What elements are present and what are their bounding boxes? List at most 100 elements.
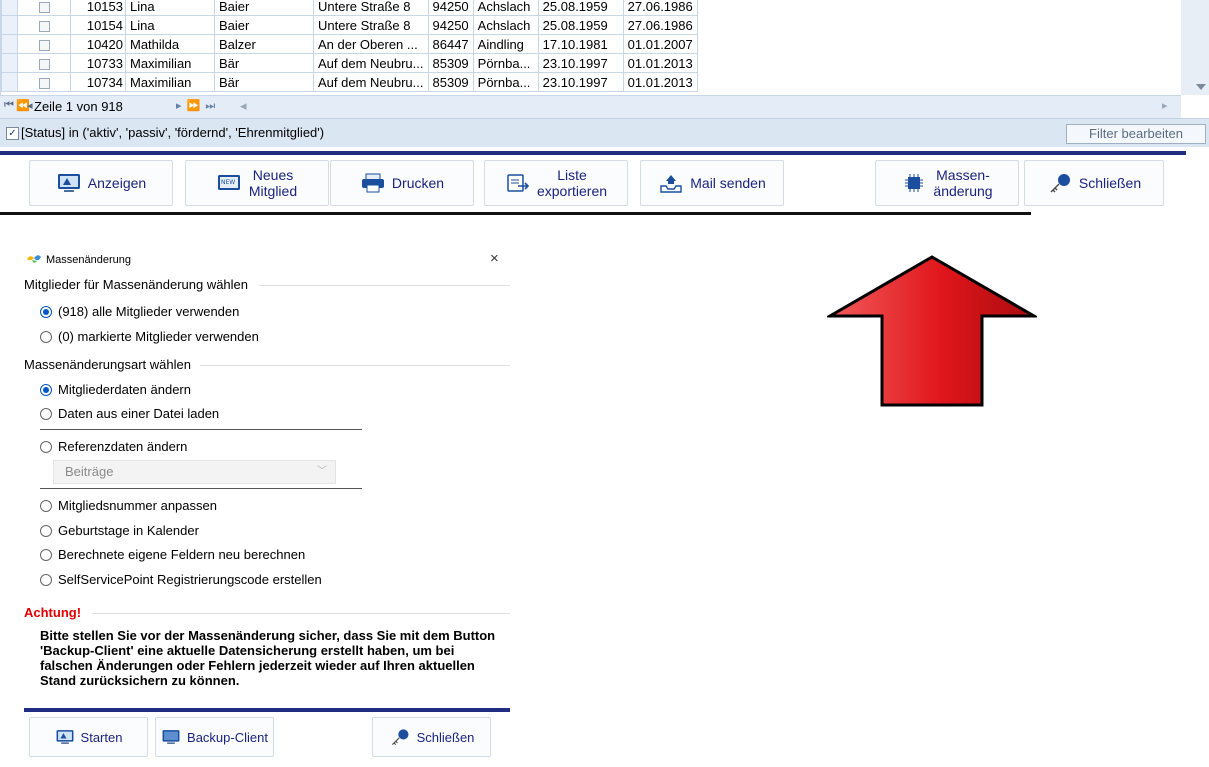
row-select-checkbox[interactable]: [38, 20, 50, 32]
export-list-button[interactable]: Liste exportieren: [484, 160, 628, 206]
next-record-icons[interactable]: ▸ ⏩ ⏭: [176, 99, 216, 113]
row-checkbox[interactable]: [17, 53, 71, 73]
member-id-cell[interactable]: 10733: [70, 53, 126, 73]
mass-change-button[interactable]: Massen- änderung: [875, 160, 1019, 206]
radio-birthdays[interactable]: Geburtstage in Kalender: [40, 523, 199, 538]
street-cell[interactable]: Auf dem Neubru...: [313, 53, 429, 73]
city-cell[interactable]: Pörnba...: [472, 53, 539, 73]
entry-date-cell[interactable]: 01.01.2013: [622, 72, 698, 92]
first-name-cell[interactable]: Lina: [125, 15, 215, 35]
scroll-right-icon[interactable]: ▸: [1162, 99, 1168, 112]
radio-member-data[interactable]: Mitgliederdaten ändern: [40, 382, 191, 397]
radio-member-data-indicator[interactable]: [40, 383, 52, 396]
radio-reference-data[interactable]: Referenzdaten ändern: [40, 439, 187, 454]
row-select-checkbox[interactable]: [38, 39, 50, 51]
table-row[interactable]: 10733 Maximilian Bär Auf dem Neubru... 85309…: [1, 53, 1087, 73]
row-selector[interactable]: [1, 15, 18, 35]
entry-date-cell[interactable]: 27.06.1986: [622, 15, 698, 35]
first-name-cell[interactable]: Lina: [125, 0, 215, 16]
city-cell[interactable]: Achslach: [472, 0, 539, 16]
row-select-checkbox[interactable]: [38, 77, 50, 89]
member-id-cell[interactable]: 10153: [70, 0, 126, 16]
postal-code-cell[interactable]: 86447: [427, 34, 474, 54]
member-id-cell[interactable]: 10154: [70, 15, 126, 35]
last-name-cell[interactable]: Baier: [214, 0, 314, 16]
radio-load-file-indicator[interactable]: [40, 407, 52, 420]
row-checkbox[interactable]: [17, 15, 71, 35]
first-name-cell[interactable]: Mathilda: [125, 34, 215, 54]
table-row[interactable]: 10420 Mathilda Balzer An der Oberen ... 8644…: [1, 34, 1087, 54]
row-checkbox[interactable]: [17, 0, 71, 16]
last-name-cell[interactable]: Bär: [214, 72, 314, 92]
street-cell[interactable]: An der Oberen ...: [313, 34, 429, 54]
entry-date-cell[interactable]: 01.01.2013: [622, 53, 698, 73]
birth-date-cell[interactable]: 25.08.1959: [537, 0, 624, 16]
entry-date-cell[interactable]: 27.06.1986: [622, 0, 698, 16]
radio-selfservice[interactable]: SelfServicePoint Registrierungscode erst…: [40, 572, 322, 587]
close-button[interactable]: Schließen: [1024, 160, 1164, 206]
show-button[interactable]: Anzeigen: [29, 160, 173, 206]
radio-recalc[interactable]: Berechnete eigene Feldern neu berechnen: [40, 547, 305, 562]
radio-all-members[interactable]: (918) alle Mitglieder verwenden: [40, 304, 239, 319]
postal-code-cell[interactable]: 85309: [427, 53, 474, 73]
row-selector[interactable]: [1, 34, 18, 54]
send-mail-button[interactable]: Mail senden: [640, 160, 784, 206]
previous-record-icon[interactable]: ◂: [27, 99, 33, 112]
birth-date-cell[interactable]: 25.08.1959: [537, 15, 624, 35]
first-name-cell[interactable]: Maximilian: [125, 53, 215, 73]
radio-marked-members[interactable]: (0) markierte Mitglieder verwenden: [40, 329, 259, 344]
dialog-close-icon[interactable]: ×: [490, 250, 499, 267]
new-member-button[interactable]: NEW Neues Mitglied: [185, 160, 329, 206]
row-selector[interactable]: [1, 0, 18, 16]
first-record-icon[interactable]: ⏮: [4, 99, 14, 112]
filter-expression[interactable]: [Status] in ('aktiv', 'passiv', 'fördern…: [21, 125, 324, 140]
radio-selfservice-indicator[interactable]: [40, 573, 52, 586]
member-id-cell[interactable]: 10734: [70, 72, 126, 92]
last-name-cell[interactable]: Baier: [214, 15, 314, 35]
filter-edit-button[interactable]: Filter bearbeiten: [1066, 124, 1206, 144]
last-name-cell[interactable]: Bär: [214, 53, 314, 73]
reference-combo[interactable]: Beiträge ﹀: [53, 460, 336, 484]
table-row[interactable]: 10153 Lina Baier Untere Straße 8 94250 Achsla…: [1, 0, 1087, 16]
filter-enabled-checkbox[interactable]: ✓: [6, 127, 19, 140]
radio-member-number[interactable]: Mitgliedsnummer anpassen: [40, 498, 217, 513]
city-cell[interactable]: Pörnba...: [472, 72, 539, 92]
row-selector[interactable]: [1, 72, 18, 92]
radio-all-members-indicator[interactable]: [40, 305, 52, 318]
table-row[interactable]: 10154 Lina Baier Untere Straße 8 94250 Achsla…: [1, 15, 1087, 35]
scroll-down-arrow-icon[interactable]: [1196, 84, 1206, 90]
row-select-checkbox[interactable]: [38, 1, 50, 13]
city-cell[interactable]: Aindling: [472, 34, 539, 54]
entry-date-cell[interactable]: 01.01.2007: [622, 34, 698, 54]
grid-vertical-scrollbar[interactable]: [1181, 0, 1209, 95]
dialog-close-button[interactable]: Schließen: [372, 717, 491, 757]
row-select-checkbox[interactable]: [38, 58, 50, 70]
radio-recalc-indicator[interactable]: [40, 548, 52, 561]
start-button[interactable]: Starten: [29, 717, 148, 757]
last-name-cell[interactable]: Balzer: [214, 34, 314, 54]
print-button[interactable]: Drucken: [330, 160, 474, 206]
city-cell[interactable]: Achslach: [472, 15, 539, 35]
postal-code-cell[interactable]: 94250: [427, 15, 474, 35]
red-up-arrow-icon: [827, 255, 1037, 407]
radio-reference-data-indicator[interactable]: [40, 440, 52, 453]
street-cell[interactable]: Untere Straße 8: [313, 15, 429, 35]
birth-date-cell[interactable]: 23.10.1997: [537, 72, 624, 92]
row-checkbox[interactable]: [17, 72, 71, 92]
backup-client-button[interactable]: Backup-Client: [155, 717, 274, 757]
row-selector[interactable]: [1, 53, 18, 73]
postal-code-cell[interactable]: 94250: [427, 0, 474, 16]
street-cell[interactable]: Untere Straße 8: [313, 0, 429, 16]
street-cell[interactable]: Auf dem Neubru...: [313, 72, 429, 92]
radio-member-number-indicator[interactable]: [40, 499, 52, 512]
postal-code-cell[interactable]: 85309: [427, 72, 474, 92]
radio-load-file[interactable]: Daten aus einer Datei laden: [40, 406, 219, 421]
first-name-cell[interactable]: Maximilian: [125, 72, 215, 92]
radio-birthdays-indicator[interactable]: [40, 524, 52, 537]
row-checkbox[interactable]: [17, 34, 71, 54]
member-id-cell[interactable]: 10420: [70, 34, 126, 54]
radio-marked-members-indicator[interactable]: [40, 330, 52, 343]
table-row[interactable]: 10734 Maximilian Bär Auf dem Neubru... 85309…: [1, 72, 1087, 92]
birth-date-cell[interactable]: 17.10.1981: [537, 34, 624, 54]
birth-date-cell[interactable]: 23.10.1997: [537, 53, 624, 73]
